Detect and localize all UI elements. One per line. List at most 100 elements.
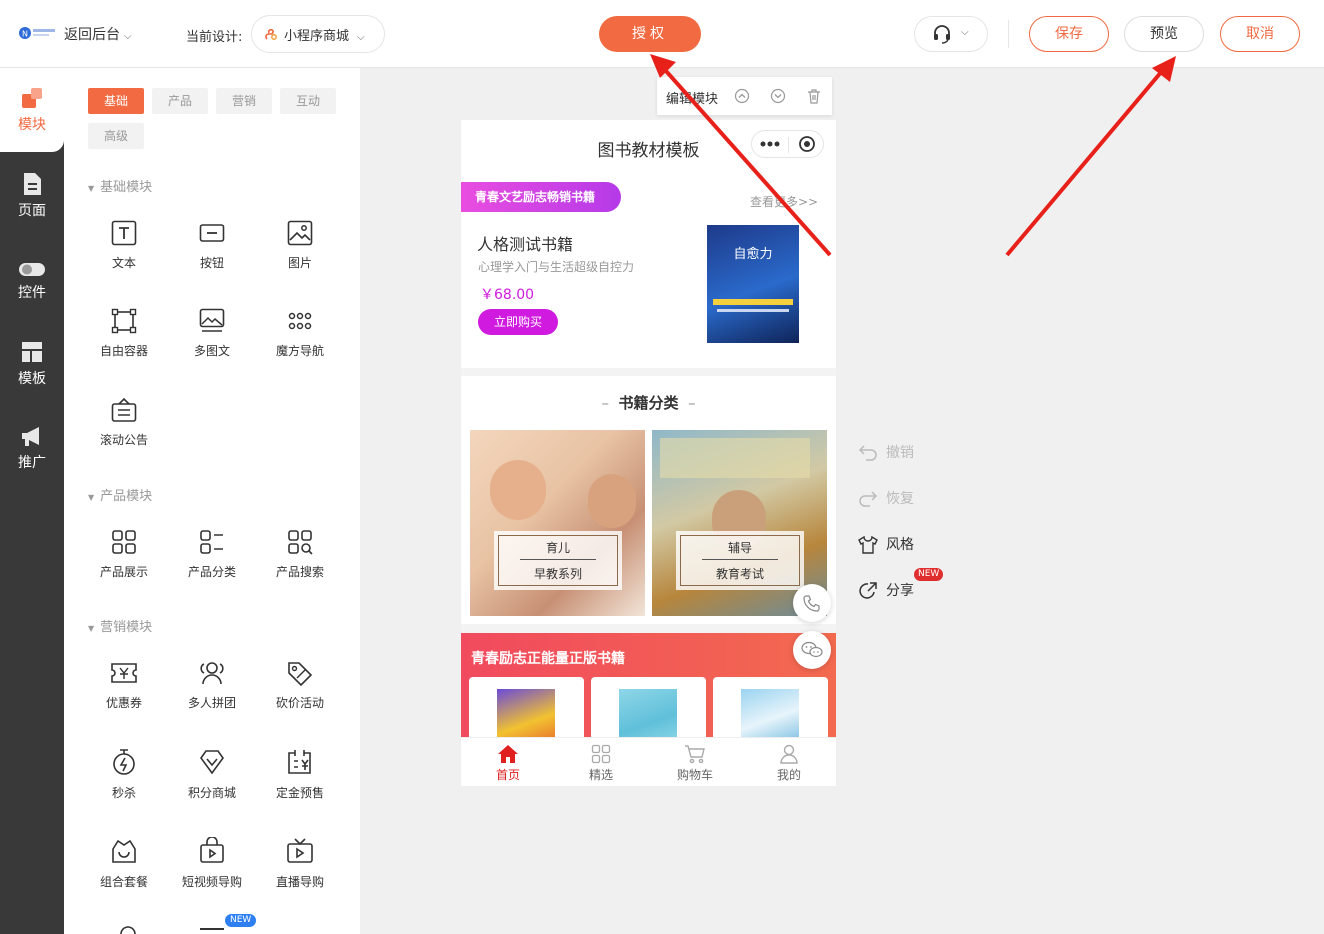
module-label: 直播导购	[275, 875, 324, 889]
more-dots-icon[interactable]	[760, 141, 780, 147]
share-button[interactable]: 分享	[858, 580, 914, 601]
module-label: 图片	[287, 256, 312, 270]
module-free-container[interactable]: 自由容器	[80, 308, 168, 359]
tabbar-item-me[interactable]: 我的	[754, 744, 824, 783]
preview-button[interactable]: 预览	[1124, 16, 1204, 52]
module-text[interactable]: 文本	[80, 220, 168, 271]
megaphone-icon	[22, 427, 39, 446]
move-down-icon[interactable]	[770, 88, 786, 104]
diamond-icon	[200, 750, 224, 775]
close-target-icon[interactable]	[798, 135, 816, 153]
rail-item-module[interactable]: 模块	[0, 86, 64, 134]
module-product-search[interactable]: 产品搜索	[256, 529, 344, 580]
module-live-guide[interactable]: 直播导购	[256, 837, 344, 890]
tab-marketing[interactable]: 营销	[216, 88, 272, 114]
rail-item-label: 模板	[18, 371, 46, 387]
divider	[520, 559, 596, 560]
bottom-tab-bar: 首页 精选 购物车 我的	[461, 737, 836, 786]
category-title: 辅导	[727, 541, 752, 555]
module-multi-image-text[interactable]: 多图文	[168, 308, 256, 359]
module-combo-package[interactable]: 组合套餐	[80, 837, 168, 890]
category-section-title: – 书籍分类 –	[461, 392, 836, 413]
module-icon	[22, 88, 42, 108]
module-bargain[interactable]: 砍价活动	[256, 660, 344, 711]
wechat-icon	[801, 641, 823, 658]
tab-basic[interactable]: 基础	[88, 88, 144, 114]
save-button[interactable]: 保存	[1029, 16, 1109, 52]
module-product-category[interactable]: 产品分类	[168, 529, 256, 580]
back-to-admin-link[interactable]: 返回后台 ⌵	[64, 24, 132, 44]
module-flash-sale[interactable]: 秒杀	[80, 748, 168, 801]
module-scroll-notice[interactable]: 滚动公告	[80, 397, 168, 448]
tabbar-item-cart[interactable]: 购物车	[660, 744, 730, 783]
view-more-link[interactable]: 查看更多>>	[750, 193, 818, 210]
module-product-display[interactable]: 产品展示	[80, 529, 168, 580]
tshirt-icon	[858, 535, 878, 554]
rail-item-promote[interactable]: 推广	[0, 424, 64, 472]
style-button[interactable]: 风格	[858, 534, 914, 554]
share-icon	[859, 582, 877, 599]
module-label: 产品展示	[99, 565, 148, 579]
photo-shape	[588, 474, 636, 528]
divider	[788, 137, 789, 153]
featured-books-section: 青春励志正能量正版书籍	[461, 633, 836, 759]
current-design-label: 当前设计:	[186, 30, 243, 45]
tv-play-icon	[287, 838, 313, 863]
headset-icon	[934, 25, 950, 44]
phone-preview: 图书教材模板 青春文艺励志畅销书籍 查看更多>> 人格测试书籍 心理学入门与生活…	[461, 120, 836, 786]
category-card-parenting[interactable]: 育儿 早教系列	[470, 430, 645, 616]
tab-product[interactable]: 产品	[152, 88, 208, 114]
section-title-text: 产品模块	[100, 489, 153, 504]
tab-interaction[interactable]: 互动	[280, 88, 336, 114]
undo-button[interactable]: 撤销	[858, 442, 914, 462]
template-icon	[22, 342, 42, 362]
featured-section-title: 青春励志正能量正版书籍	[471, 651, 625, 667]
trash-icon[interactable]	[806, 88, 822, 104]
customer-service-button[interactable]: ⌵	[914, 16, 988, 52]
module-group-buy[interactable]: 多人拼团	[168, 660, 256, 711]
rail-item-control[interactable]: 控件	[0, 260, 64, 302]
module-label: 滚动公告	[99, 433, 148, 447]
module-coupon[interactable]: 优惠券	[80, 660, 168, 711]
module-short-video-guide[interactable]: 短视频导购	[168, 837, 256, 890]
module-cube-nav[interactable]: 魔方导航	[256, 308, 344, 359]
module-button[interactable]: 按钮	[168, 220, 256, 271]
section-gap	[461, 624, 836, 633]
book-name: 人格测试书籍	[477, 235, 574, 254]
chevron-down-icon: ⌵	[961, 27, 969, 38]
coupon-icon	[111, 663, 137, 683]
miniprogram-icon	[265, 28, 277, 40]
book-price: ￥68.00	[480, 287, 535, 303]
tabbar-item-home[interactable]: 首页	[473, 744, 543, 783]
module-points-mall[interactable]: 积分商城	[168, 748, 256, 801]
section-title-marketing[interactable]: ▼ 营销模块	[88, 616, 152, 635]
rail-item-page[interactable]: 页面	[0, 172, 64, 220]
phone-icon	[803, 595, 820, 612]
tabbar-item-featured[interactable]: 精选	[566, 744, 636, 783]
section-title-product[interactable]: ▼ 产品模块	[88, 485, 152, 504]
wechat-service-button[interactable]	[793, 631, 831, 669]
grid-dots-icon	[288, 312, 312, 330]
edit-module-toolbar: 编辑模块	[657, 77, 832, 115]
design-selector[interactable]: 小程序商城 ⌵	[251, 15, 385, 53]
module-deposit-presale[interactable]: 定金预售	[256, 748, 344, 801]
rail-item-template[interactable]: 模板	[0, 340, 64, 388]
miniprogram-capsule	[751, 130, 824, 158]
price-tag-icon	[288, 662, 313, 686]
tab-advanced[interactable]: 高级	[88, 123, 144, 149]
cover-stripe	[717, 309, 789, 312]
phone-call-button[interactable]	[793, 584, 831, 622]
user-icon	[780, 744, 798, 764]
cancel-button[interactable]: 取消	[1220, 16, 1300, 52]
module-image[interactable]: 图片	[256, 220, 344, 271]
redo-icon	[859, 491, 878, 507]
redo-button[interactable]: 恢复	[858, 488, 914, 508]
section-title-basic[interactable]: ▼ 基础模块	[88, 176, 152, 195]
edit-module-label[interactable]: 编辑模块	[666, 88, 718, 107]
authorize-button[interactable]: 授权	[599, 16, 701, 52]
rail-item-label: 推广	[18, 455, 46, 471]
back-label: 返回后台	[64, 27, 120, 43]
move-up-icon[interactable]	[734, 88, 750, 104]
buy-now-button[interactable]: 立即购买	[478, 309, 558, 335]
caret-down-icon: ▼	[88, 624, 95, 633]
